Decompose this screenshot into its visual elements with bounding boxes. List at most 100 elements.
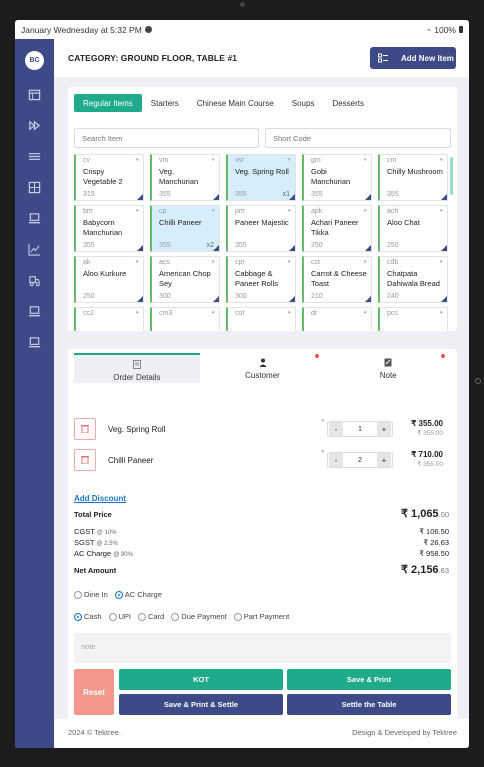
- menu-item-price: 355: [387, 191, 399, 198]
- note-textarea[interactable]: note: [74, 633, 451, 663]
- tab-soups[interactable]: Soups: [283, 94, 324, 112]
- document-icon: [74, 360, 200, 370]
- menu-item-card[interactable]: gm ● Gobi Manchurian 355: [302, 154, 372, 201]
- menu-item-corner-marker: [441, 296, 447, 302]
- cgst-row: CGST @ 10%: [74, 527, 117, 536]
- order-line-name: Chilli Paneer: [108, 456, 154, 465]
- menu-item-name: Chatpata Dahiwala Bread: [387, 269, 440, 288]
- calendar-icon[interactable]: [27, 87, 42, 102]
- menu-item-card[interactable]: dr ●: [302, 307, 372, 331]
- chart-icon[interactable]: [27, 242, 42, 257]
- dine-in-radio[interactable]: Dine In: [74, 590, 108, 599]
- line-options-dot: ●: [321, 449, 325, 455]
- tab-note[interactable]: Note: [325, 353, 451, 383]
- kot-button[interactable]: KOT: [119, 669, 283, 690]
- menu-item-card[interactable]: cpr ● Cabbage & Paneer Rolls 300: [226, 256, 296, 303]
- ac-charge-radio[interactable]: AC Charge: [114, 590, 162, 599]
- increase-button[interactable]: +: [377, 422, 391, 436]
- menu-item-options-dot: ●: [287, 259, 291, 265]
- decrease-button[interactable]: -: [329, 453, 343, 467]
- add-new-item-label: Add New Item: [401, 53, 454, 63]
- menu-item-options-dot: ●: [211, 310, 215, 316]
- menu-item-code: gm: [311, 157, 321, 164]
- tab-starters[interactable]: Starters: [142, 94, 188, 112]
- decrease-button[interactable]: -: [329, 422, 343, 436]
- notification-icon: [144, 26, 152, 33]
- menu-item-card[interactable]: bm ● Babycorn Manchurian 355: [74, 205, 144, 252]
- save-print-button[interactable]: Save & Print: [287, 669, 451, 690]
- increase-button[interactable]: +: [377, 453, 391, 467]
- payment-part-radio[interactable]: Part Payment: [233, 612, 289, 621]
- delete-line-button[interactable]: [74, 418, 96, 440]
- menu-item-card[interactable]: ak ● Aloo Kurkure 250: [74, 256, 144, 303]
- net-amount-main: ₹ 2,156: [400, 564, 439, 576]
- table-icon[interactable]: [27, 180, 42, 195]
- tab-chinese-main-course[interactable]: Chinese Main Course: [188, 94, 283, 112]
- order-line-name: Veg. Spring Roll: [108, 425, 166, 434]
- menu-item-card[interactable]: cv ● Crispy Vegetable 2 315: [74, 154, 144, 201]
- menu-item-card[interactable]: vm ● Veg. Manchurian 355: [150, 154, 220, 201]
- menu-item-card[interactable]: vsr ● Veg. Spring Roll 355 x1: [226, 154, 296, 201]
- menu-item-name: Crispy Vegetable 2: [83, 167, 123, 186]
- menu-item-code: vsr: [235, 157, 245, 164]
- menu-item-options-dot: ●: [211, 208, 215, 214]
- sliders-icon[interactable]: [27, 149, 42, 164]
- add-discount-link[interactable]: Add Discount: [74, 494, 126, 503]
- radio-circle: [74, 612, 82, 621]
- tab-regular-items[interactable]: Regular Items: [74, 94, 142, 112]
- payment-cash-radio[interactable]: Cash: [74, 612, 102, 621]
- menu-item-card[interactable]: pm ● Paneer Majestic 355: [226, 205, 296, 252]
- menu-item-name: Veg. Manchurian: [159, 167, 199, 186]
- reset-button[interactable]: Reset: [74, 669, 114, 715]
- list-icon: [375, 53, 391, 63]
- add-new-item-button[interactable]: Add New Item: [370, 47, 456, 69]
- menu-item-card[interactable]: ach ● Aloo Chat 250: [378, 205, 448, 252]
- laptop-icon[interactable]: [27, 211, 42, 226]
- ac-charge-label: AC Charge: [74, 549, 112, 558]
- menu-item-card[interactable]: cm3 ●: [150, 307, 220, 331]
- menu-item-card[interactable]: cp ● Chilli Paneer 355 x2: [150, 205, 220, 252]
- line-total: ₹ 710.00: [411, 450, 443, 459]
- settle-table-button[interactable]: Settle the Table: [287, 694, 451, 715]
- tab-order-details[interactable]: Order Details: [74, 353, 200, 383]
- payment-upi-radio[interactable]: UPI: [108, 612, 132, 621]
- menu-item-price: 355: [83, 242, 95, 249]
- menu-item-card[interactable]: cot ●: [226, 307, 296, 331]
- menu-item-options-dot: ●: [135, 157, 139, 163]
- tab-order-details-label: Order Details: [113, 373, 161, 382]
- save-print-settle-button[interactable]: Save & Print & Settle: [119, 694, 283, 715]
- menu-item-card[interactable]: pcs ●: [378, 307, 448, 331]
- menu-item-code: cc2: [83, 310, 94, 317]
- payment-due-radio[interactable]: Due Payment: [171, 612, 227, 621]
- quantity-value[interactable]: 1: [344, 422, 376, 436]
- brand-logo[interactable]: BC: [25, 51, 44, 70]
- menu-item-card[interactable]: acs ● American Chop Sey 300: [150, 256, 220, 303]
- tab-customer[interactable]: Customer: [200, 353, 326, 383]
- grid-scrollbar[interactable]: [450, 157, 453, 195]
- tab-desserts[interactable]: Desserts: [323, 94, 373, 112]
- quantity-value[interactable]: 2: [344, 453, 376, 467]
- menu-item-card[interactable]: cc2 ●: [74, 307, 144, 331]
- laptop-icon[interactable]: [27, 335, 42, 350]
- menu-item-card[interactable]: cdb ● Chatpata Dahiwala Bread 240: [378, 256, 448, 303]
- laptop-icon[interactable]: [27, 304, 42, 319]
- ac-charge-value: ₹ 958.50: [419, 549, 449, 558]
- menu-item-code: cv: [83, 157, 90, 164]
- delete-line-button[interactable]: [74, 449, 96, 471]
- menu-item-card[interactable]: cm ● Chilly Mushroom 355: [378, 154, 448, 201]
- menu-item-card[interactable]: cct ● Carrot & Cheese Toast 210: [302, 256, 372, 303]
- menu-item-code: cm3: [159, 310, 173, 317]
- line-unit-price: ₹ 355.00: [417, 430, 443, 437]
- ac-charge-rate: @ 90%: [113, 552, 133, 558]
- sidebar: BC: [15, 39, 54, 748]
- menu-item-options-dot: ●: [439, 208, 443, 214]
- cgst-rate: @ 10%: [96, 530, 117, 536]
- payment-upi-label: UPI: [118, 612, 132, 621]
- payment-card-radio[interactable]: Card: [138, 612, 164, 621]
- delivery-icon[interactable]: [27, 273, 42, 288]
- dining-options: Dine In AC Charge: [74, 590, 162, 599]
- search-item-input[interactable]: [74, 128, 259, 148]
- short-code-input[interactable]: [265, 128, 451, 148]
- fast-forward-icon[interactable]: [27, 118, 42, 133]
- menu-item-card[interactable]: apk ● Achari Paneer Tikka 250: [302, 205, 372, 252]
